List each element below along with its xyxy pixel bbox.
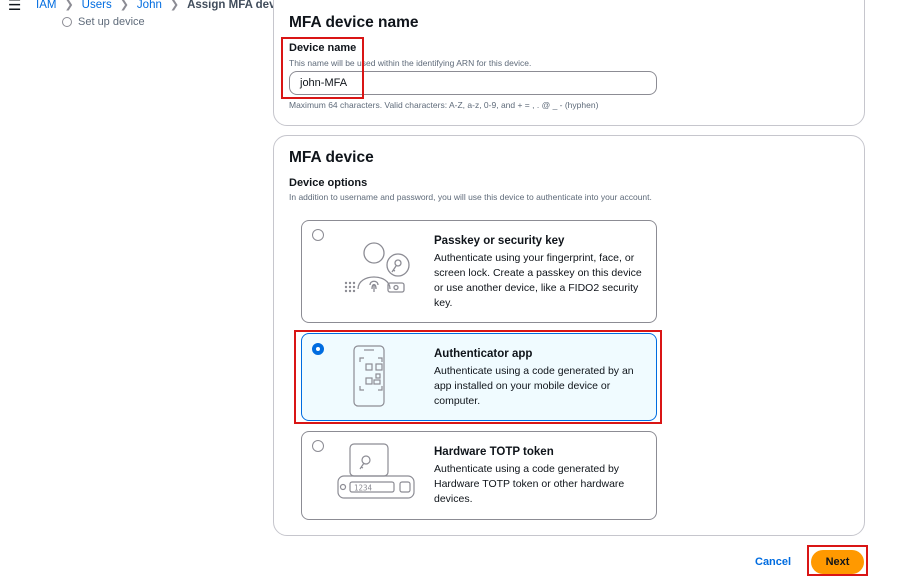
breadcrumb-users[interactable]: Users bbox=[82, 0, 112, 11]
breadcrumb-iam[interactable]: IAM bbox=[36, 0, 56, 11]
menu-icon[interactable]: ☰ bbox=[8, 0, 21, 14]
option-title-passkey: Passkey or security key bbox=[434, 235, 565, 247]
step-circle-icon bbox=[62, 17, 72, 27]
device-options-label: Device options bbox=[289, 177, 368, 189]
breadcrumb-john[interactable]: John bbox=[137, 0, 162, 11]
option-title-hardware-totp: Hardware TOTP token bbox=[434, 446, 554, 458]
radio-hardware-totp[interactable] bbox=[312, 440, 324, 452]
device-name-constraint: Maximum 64 characters. Valid characters:… bbox=[289, 100, 599, 110]
step-label: Set up device bbox=[78, 16, 145, 28]
highlight-box-authenticator-app bbox=[294, 330, 662, 424]
option-card-hardware-totp[interactable]: 1234 Hardware TOTP token Authenticate us… bbox=[301, 431, 657, 520]
cancel-button[interactable]: Cancel bbox=[755, 556, 791, 568]
chevron-right-icon: ❯ bbox=[64, 0, 74, 11]
token-display-text: 1234 bbox=[354, 484, 373, 493]
device-options-description: In addition to username and password, yo… bbox=[289, 192, 652, 202]
section-title-mfa-device: MFA device bbox=[289, 149, 374, 166]
highlight-box-next bbox=[807, 545, 868, 576]
chevron-right-icon: ❯ bbox=[169, 0, 180, 11]
radio-passkey[interactable] bbox=[312, 229, 324, 241]
option-description-hardware-totp: Authenticate using a code generated by H… bbox=[434, 463, 625, 505]
chevron-right-icon: ❯ bbox=[119, 0, 129, 11]
section-title-device-name: MFA device name bbox=[289, 14, 419, 31]
wizard-step-setup: Set up device bbox=[62, 16, 145, 28]
hardware-token-illustration-icon: 1234 bbox=[337, 443, 415, 499]
option-card-passkey[interactable]: Passkey or security key Authenticate usi… bbox=[301, 220, 657, 323]
option-description-passkey: Authenticate using your fingerprint, fac… bbox=[434, 252, 642, 309]
highlight-box-device-name bbox=[281, 37, 364, 99]
breadcrumb: IAM ❯ Users ❯ John ❯ Assign MFA device bbox=[36, 0, 291, 11]
passkey-illustration-icon bbox=[344, 242, 410, 293]
